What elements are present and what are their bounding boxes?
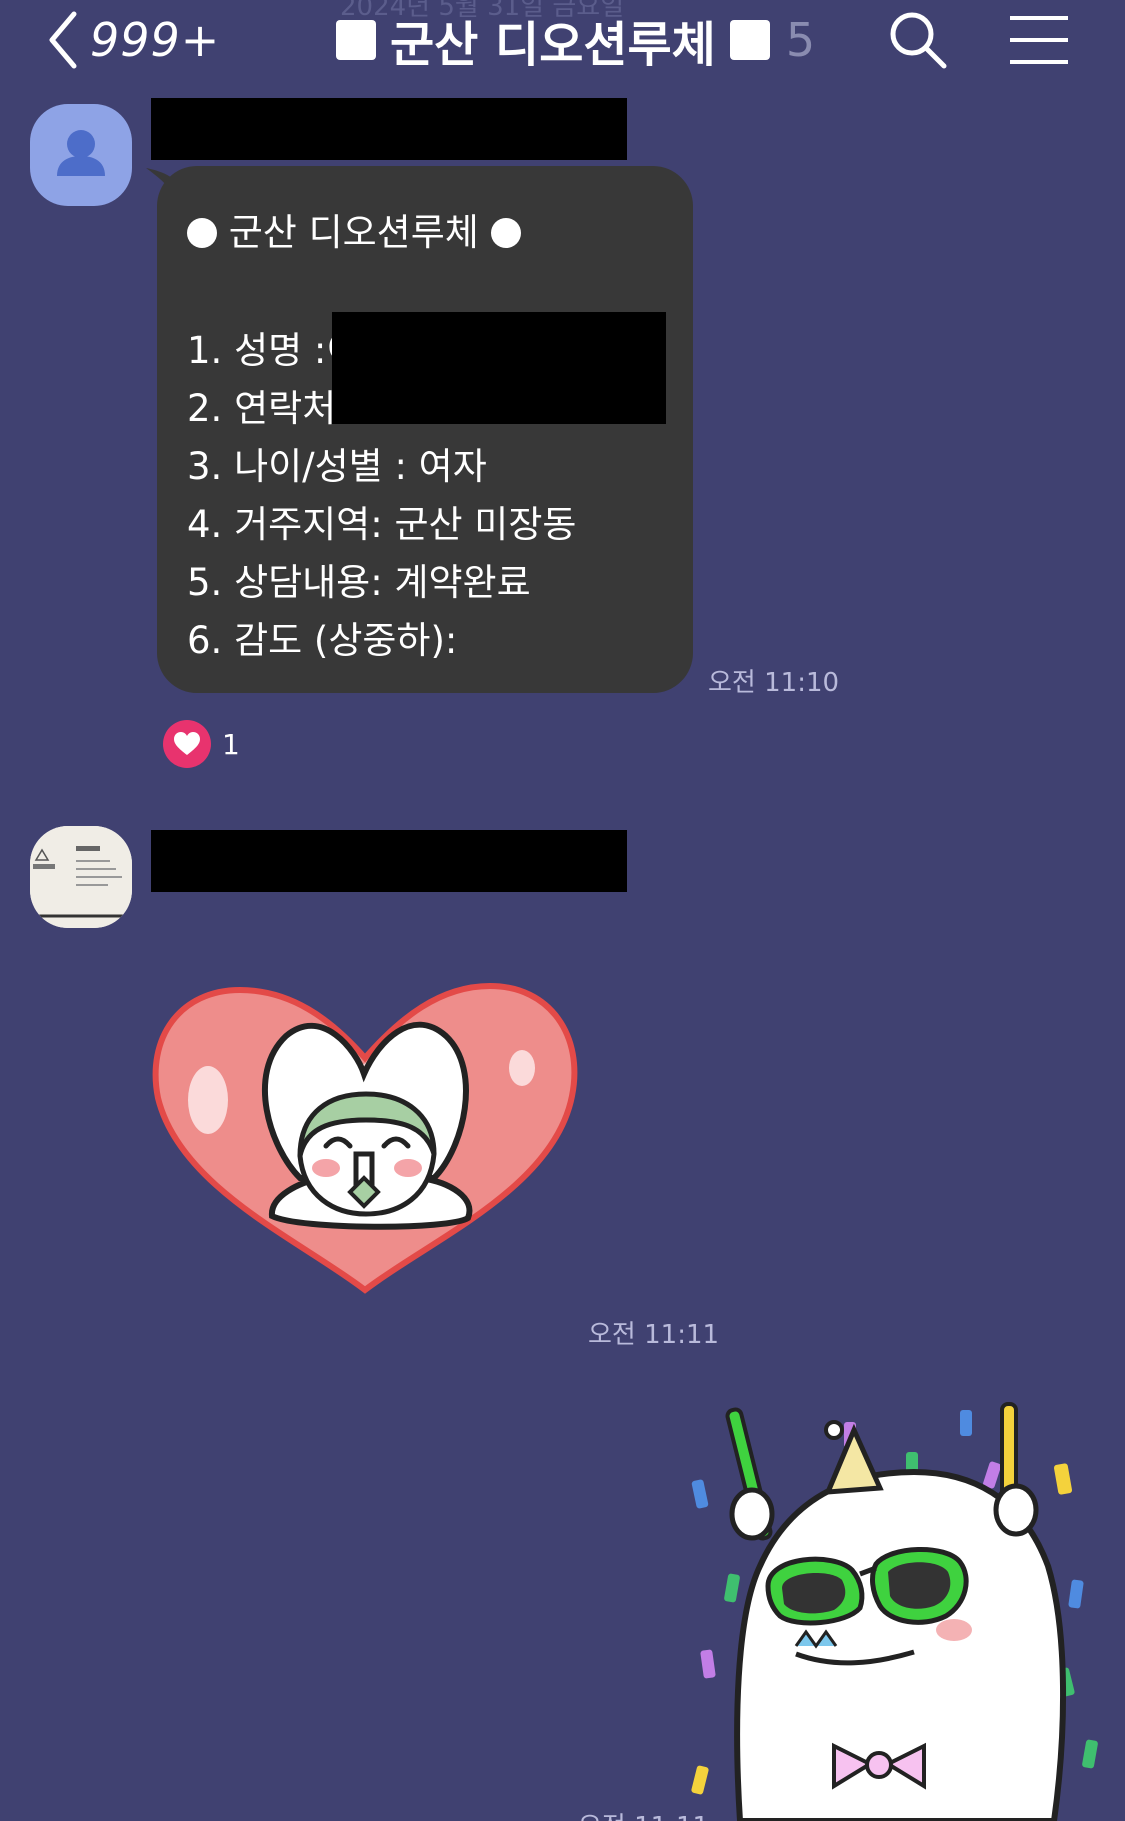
heart-icon xyxy=(163,720,211,768)
bullet-dot xyxy=(187,218,217,248)
avatar[interactable] xyxy=(30,826,132,928)
chat-title-text: 군산 디오션루체 xyxy=(390,17,716,73)
message-line: 2. 연락처 xyxy=(187,387,337,430)
message-time: 오전 11:10 xyxy=(708,668,840,698)
message-line: 3. 나이/성별 : 여자 xyxy=(187,445,487,488)
back-button[interactable]: 999+ xyxy=(44,6,220,74)
heart-bunny-sticker[interactable] xyxy=(150,978,580,1296)
party-sunglasses-sticker[interactable] xyxy=(684,1396,1125,1821)
avatar[interactable] xyxy=(30,104,132,206)
chat-title: 군산 디오션루체 5 xyxy=(336,8,816,73)
default-profile-icon xyxy=(57,130,105,176)
message-line: 군산 디오션루체 xyxy=(187,202,521,256)
message-time: 오전 11:11 xyxy=(578,1806,709,1821)
title-square-left xyxy=(336,20,376,60)
message-line: 5. 상담내용: 계약완료 xyxy=(187,561,531,604)
reaction-count: 1 xyxy=(222,727,240,761)
unread-count: 999+ xyxy=(90,13,221,67)
message-line: 6. 감도 (상중하): xyxy=(187,619,458,662)
redacted-sender-name xyxy=(151,830,627,892)
message-time: 오전 11:11 xyxy=(588,1320,720,1350)
member-count: 5 xyxy=(785,13,816,67)
redacted-sender-name xyxy=(151,98,627,160)
redacted-personal-info xyxy=(332,312,666,424)
reaction-badge[interactable]: 1 xyxy=(162,716,240,772)
search-icon[interactable] xyxy=(884,6,952,74)
bullet-dot xyxy=(490,218,521,248)
title-square-right xyxy=(729,20,770,60)
business-card-avatar xyxy=(30,826,132,928)
menu-icon[interactable] xyxy=(1004,6,1072,74)
message-line: 4. 거주지역: 군산 미장동 xyxy=(187,503,577,546)
chevron-left-icon xyxy=(49,11,77,69)
chat-header: 2024년 5월 31일 금요일 999+ 군산 디오션루체 5 xyxy=(0,0,1125,80)
